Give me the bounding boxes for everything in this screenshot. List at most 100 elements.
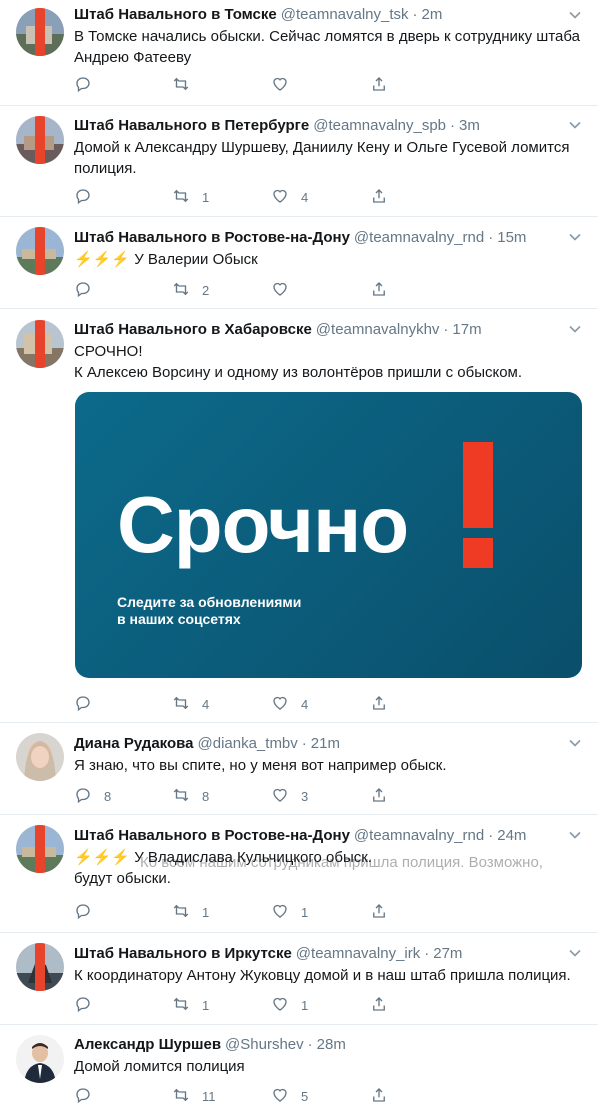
chevron-down-icon[interactable] [568, 946, 582, 960]
reply-button[interactable] [74, 75, 104, 95]
share-button[interactable] [370, 187, 388, 207]
author-handle[interactable]: @teamnavalny_rnd [354, 229, 484, 246]
tweet-text: Домой к Александру Шуршеву, Даниилу Кену… [74, 139, 570, 177]
author-handle[interactable]: @teamnavalny_irk [296, 945, 420, 962]
author-name[interactable]: Штаб Навального в Томске [74, 6, 277, 23]
tweet[interactable]: Штаб Навального в Ростове-на-Дону @teamna… [0, 217, 598, 309]
exclamation-bar [463, 442, 493, 528]
tweet[interactable]: Штаб Навального в Томске @teamnavalny_tsk… [0, 0, 598, 106]
reply-button[interactable] [74, 187, 104, 207]
avatar[interactable] [16, 227, 64, 275]
share-button[interactable] [370, 995, 388, 1015]
author-handle[interactable]: @teamnavalny_rnd [354, 827, 484, 844]
like-count: 3 [301, 788, 309, 804]
reply-button[interactable] [74, 280, 104, 300]
avatar[interactable] [16, 320, 64, 368]
timestamp[interactable]: 27m [433, 945, 462, 962]
share-button[interactable] [370, 902, 388, 922]
heart-icon [271, 995, 289, 1016]
author-name[interactable]: Штаб Навального в Петербурге [74, 117, 309, 134]
reply-button[interactable] [74, 1086, 104, 1106]
chevron-down-icon[interactable] [568, 736, 582, 750]
tweet-text: ⚡⚡⚡ У Валерии Обыск [74, 251, 258, 268]
retweet-button[interactable]: 4 [172, 694, 209, 714]
tweet[interactable]: Диана Рудакова @dianka_tmbv · 21m Я знаю, ч… [0, 723, 598, 815]
tweet[interactable]: Александр Шуршев @Shurshev · 28m Домой ломи… [0, 1025, 598, 1117]
author-handle[interactable]: @dianka_tmbv [198, 735, 298, 752]
tweet-media-image[interactable]: Срочно Следите за обновлениями в наших с… [75, 392, 582, 678]
share-icon [370, 75, 388, 96]
retweet-button[interactable]: 2 [172, 280, 209, 300]
like-button[interactable]: 4 [271, 187, 308, 207]
avatar[interactable] [16, 1035, 64, 1083]
author-handle[interactable]: @teamnavalnykhv [316, 321, 440, 338]
timestamp[interactable]: 17m [452, 321, 481, 338]
author-name[interactable]: Диана Рудакова [74, 735, 194, 752]
retweet-button[interactable]: 1 [172, 995, 209, 1015]
reply-button[interactable] [74, 995, 104, 1015]
author-name[interactable]: Штаб Навального в Ростове-на-Дону [74, 229, 350, 246]
retweet-icon [172, 902, 190, 923]
like-button[interactable] [271, 280, 301, 300]
timestamp[interactable]: 24m [497, 827, 526, 844]
author-handle[interactable]: @teamnavalny_spb [313, 117, 446, 134]
like-button[interactable]: 4 [271, 694, 308, 714]
chevron-down-icon[interactable] [568, 828, 582, 842]
chevron-down-icon[interactable] [568, 118, 582, 132]
retweet-button[interactable]: 1 [172, 187, 209, 207]
chevron-down-icon[interactable] [568, 322, 582, 336]
timestamp[interactable]: 2m [422, 6, 443, 23]
timestamp[interactable]: 3m [459, 117, 480, 134]
avatar[interactable] [16, 8, 64, 56]
retweet-button[interactable] [172, 75, 202, 95]
share-button[interactable] [370, 786, 388, 806]
retweet-button[interactable]: 1 [172, 902, 209, 922]
reply-button[interactable]: 8 [74, 786, 111, 806]
author-name[interactable]: Штаб Навального в Иркутске [74, 945, 292, 962]
author-handle[interactable]: @Shurshev [225, 1036, 304, 1053]
share-button[interactable] [370, 75, 388, 95]
retweet-icon [172, 694, 190, 715]
chevron-down-icon[interactable] [568, 8, 582, 22]
like-button[interactable] [271, 75, 301, 95]
tweet[interactable]: Штаб Навального в Ростове-на-Дону @teamna… [0, 815, 598, 933]
retweet-icon [172, 75, 190, 96]
avatar[interactable] [16, 943, 64, 991]
like-button[interactable]: 3 [271, 786, 308, 806]
avatar[interactable] [16, 116, 64, 164]
heart-icon [271, 280, 289, 301]
retweet-button[interactable]: 11 [172, 1086, 216, 1106]
tweet[interactable]: Штаб Навального в Хабаровске @teamnavalny… [0, 309, 598, 723]
author-name[interactable]: Штаб Навального в Ростове-на-Дону [74, 827, 350, 844]
tweet[interactable]: Штаб Навального в Петербурге @teamnavalny… [0, 106, 598, 217]
like-count: 1 [301, 997, 309, 1013]
reply-icon [74, 1086, 92, 1107]
media-subtitle: Следите за обновлениями в наших соцсетях [117, 594, 302, 627]
timestamp[interactable]: 28m [317, 1036, 346, 1053]
author-name[interactable]: Штаб Навального в Хабаровске [74, 321, 312, 338]
share-button[interactable] [370, 280, 388, 300]
like-count: 4 [301, 189, 309, 205]
like-button[interactable]: 1 [271, 902, 308, 922]
reply-icon [74, 187, 92, 208]
heart-icon [271, 187, 289, 208]
exclamation-dot [463, 538, 493, 568]
avatar[interactable] [16, 733, 64, 781]
author-name[interactable]: Александр Шуршев [74, 1036, 221, 1053]
chevron-down-icon[interactable] [568, 230, 582, 244]
author-handle[interactable]: @teamnavalny_tsk [281, 6, 409, 23]
reply-button[interactable] [74, 902, 104, 922]
retweet-icon [172, 995, 190, 1016]
avatar[interactable] [16, 825, 64, 873]
retweet-button[interactable]: 8 [172, 786, 209, 806]
like-button[interactable]: 1 [271, 995, 308, 1015]
timestamp[interactable]: 21m [311, 735, 340, 752]
share-button[interactable] [370, 694, 388, 714]
share-button[interactable] [370, 1086, 388, 1106]
like-count: 5 [301, 1088, 309, 1104]
tweet[interactable]: Штаб Навального в Иркутске @teamnavalny_i… [0, 933, 598, 1025]
reply-button[interactable] [74, 694, 104, 714]
heart-icon [271, 786, 289, 807]
timestamp[interactable]: 15m [497, 229, 526, 246]
like-button[interactable]: 5 [271, 1086, 308, 1106]
